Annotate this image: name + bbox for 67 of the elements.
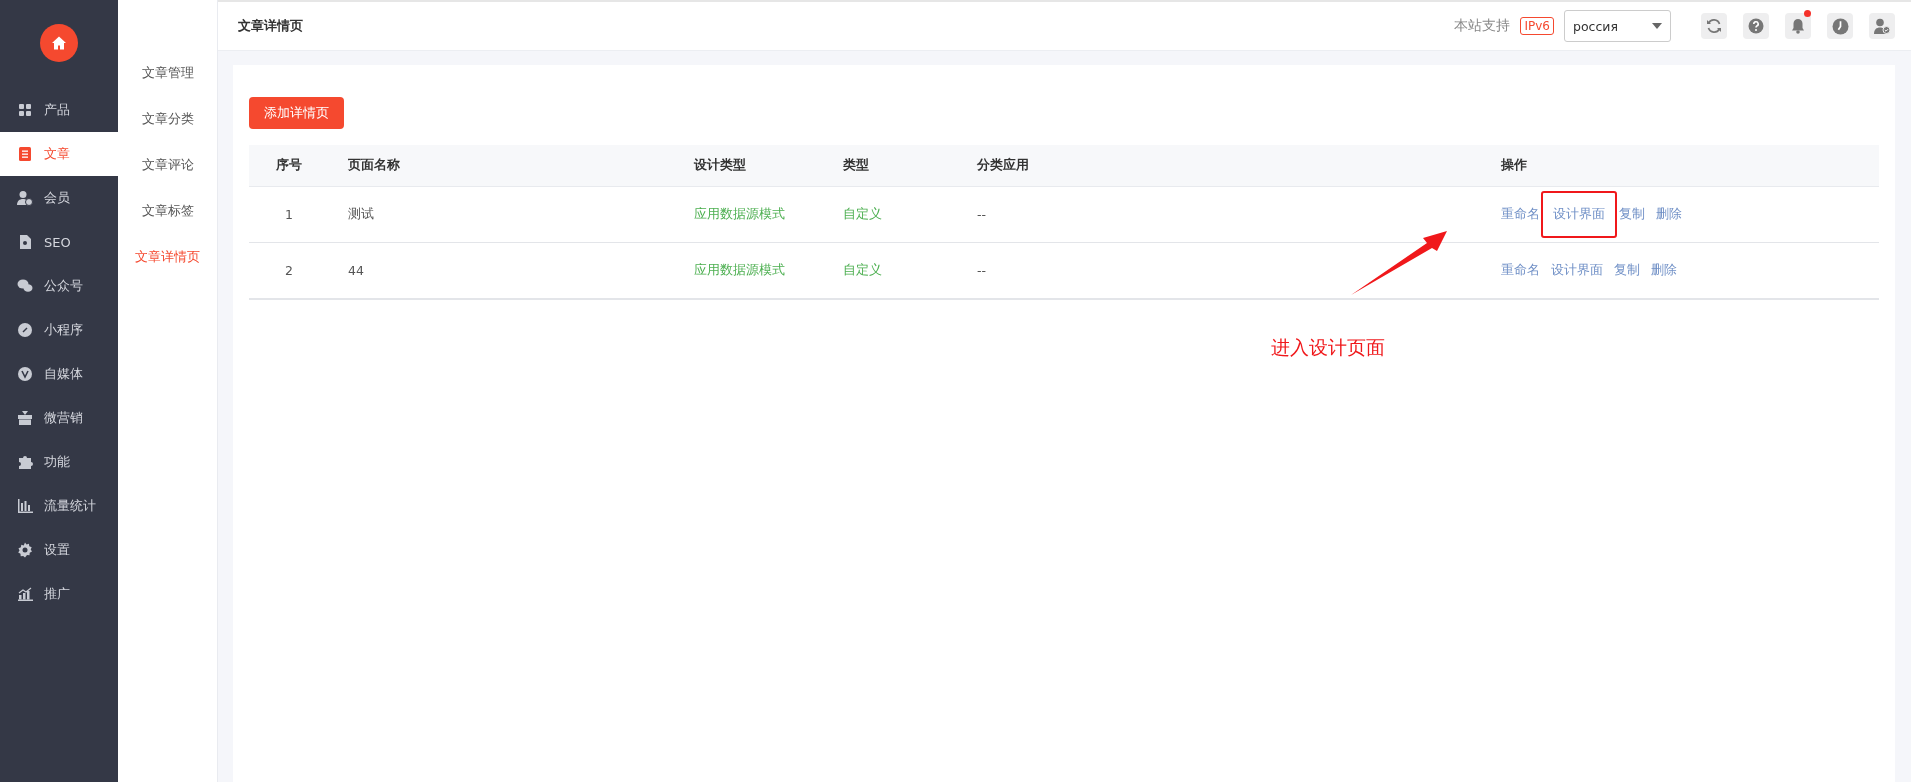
add-detail-page-button[interactable]: 添加详情页 — [249, 97, 344, 129]
document-icon — [17, 146, 33, 162]
action-link[interactable]: 删除 — [1651, 262, 1677, 277]
bar-chart-icon — [17, 498, 33, 514]
page-title: 文章详情页 — [238, 17, 304, 35]
nav-item[interactable]: 流量统计 — [0, 484, 118, 528]
submenu-item[interactable]: 文章评论 — [118, 142, 217, 188]
user-check-icon — [1873, 18, 1891, 34]
home-icon — [51, 35, 67, 51]
submenu-item[interactable]: 文章管理 — [118, 50, 217, 96]
nav-item[interactable]: 推广 — [0, 572, 118, 616]
caret-icon — [1652, 23, 1662, 29]
nav-item[interactable]: 自媒体 — [0, 352, 118, 396]
help-button[interactable] — [1743, 13, 1769, 39]
user-icon — [17, 190, 33, 206]
nav-item[interactable]: 小程序 — [0, 308, 118, 352]
grid-icon — [17, 102, 33, 118]
table-cell: 自定义 — [825, 186, 959, 243]
action-link[interactable]: 复制 — [1614, 262, 1640, 277]
annotation-text: 进入设计页面 — [1271, 335, 1385, 360]
submenu-item[interactable]: 文章详情页 — [118, 234, 217, 280]
refresh-icon — [1706, 18, 1722, 34]
help-icon — [1748, 18, 1764, 34]
nav-item[interactable]: 会员 — [0, 176, 118, 220]
nav-item[interactable]: 微营销 — [0, 396, 118, 440]
action-link[interactable]: 设计界面 — [1541, 191, 1617, 238]
column-header: 操作 — [1483, 145, 1879, 187]
submenu-item[interactable]: 文章标签 — [118, 188, 217, 234]
column-header: 设计类型 — [676, 145, 825, 187]
nav-item[interactable]: 公众号 — [0, 264, 118, 308]
account-button[interactable] — [1869, 13, 1895, 39]
home-button[interactable] — [40, 24, 78, 62]
table-cell: 2 — [249, 242, 330, 299]
table-cell: 应用数据源模式 — [676, 242, 825, 299]
growth-chart-icon — [17, 586, 33, 602]
language-select[interactable]: россия — [1564, 10, 1671, 42]
table-cell: 应用数据源模式 — [676, 186, 825, 243]
nav-item[interactable]: 设置 — [0, 528, 118, 572]
nav-item[interactable]: 产品 — [0, 88, 118, 132]
puzzle-icon — [17, 454, 33, 470]
submenu-item[interactable]: 文章分类 — [118, 96, 217, 142]
action-link[interactable]: 设计界面 — [1551, 262, 1603, 277]
column-header: 类型 — [825, 145, 959, 187]
table-cell: 测试 — [330, 186, 676, 243]
bell-icon — [1791, 18, 1805, 34]
action-link[interactable]: 删除 — [1656, 206, 1682, 221]
column-header: 分类应用 — [959, 145, 1483, 187]
table-cell: 44 — [330, 242, 676, 299]
support-label: 本站支持 — [1454, 17, 1511, 35]
table-cell: 1 — [249, 186, 330, 243]
clock-icon — [1831, 17, 1849, 35]
nav-item[interactable]: 文章 — [0, 132, 118, 176]
gift-icon — [17, 410, 33, 426]
notification-button[interactable] — [1785, 13, 1811, 39]
v-circle-icon — [17, 366, 33, 382]
nav-item[interactable]: SEO — [0, 220, 118, 264]
action-link[interactable]: 复制 — [1619, 206, 1645, 221]
refresh-button[interactable] — [1701, 13, 1727, 39]
file-icon — [17, 234, 33, 250]
history-button[interactable] — [1827, 13, 1853, 39]
column-header: 序号 — [249, 145, 330, 187]
gear-icon — [17, 542, 33, 558]
ipv6-badge: IPv6 — [1520, 17, 1554, 35]
table-cell: 自定义 — [825, 242, 959, 299]
chat-icon — [17, 278, 33, 294]
column-header: 页面名称 — [330, 145, 676, 187]
nav-item[interactable]: 功能 — [0, 440, 118, 484]
